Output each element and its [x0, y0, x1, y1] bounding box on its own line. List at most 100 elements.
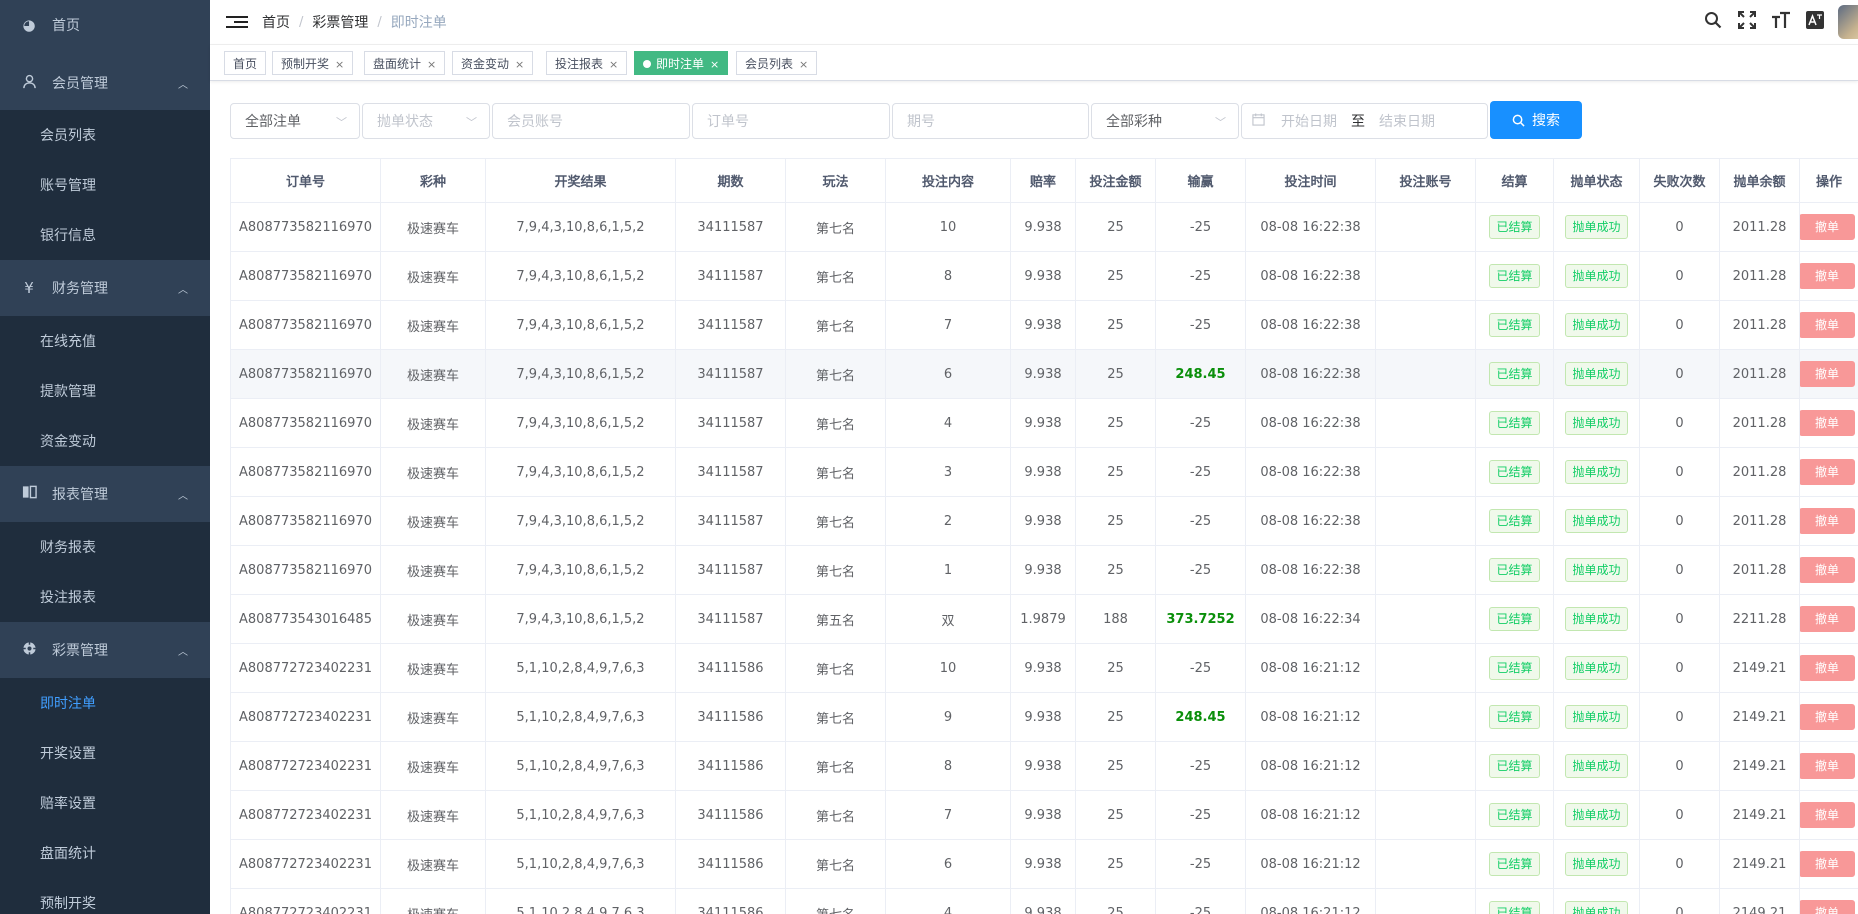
sidebar-item-online-recharge[interactable]: 在线充值 [0, 316, 210, 366]
hamburger-icon[interactable] [226, 13, 248, 31]
search-icon[interactable] [1696, 11, 1730, 34]
search-button[interactable]: 搜索 [1490, 101, 1582, 139]
sidebar-item-bank-info[interactable]: 银行信息 [0, 210, 210, 260]
avatar[interactable] [1838, 5, 1858, 39]
sidebar-item-withdraw-manage[interactable]: 提款管理 [0, 366, 210, 416]
active-dot-icon [643, 60, 651, 68]
settle-cell: 已结算 [1475, 251, 1554, 301]
win-loss-cell: -25 [1155, 643, 1246, 693]
fail-count-cell: 0 [1639, 692, 1720, 742]
cancel-bet-button[interactable]: 撤单 [1800, 410, 1855, 436]
bet-content-cell: 2 [885, 496, 1011, 546]
sidebar-group-finance[interactable]: ¥ 财务管理 ︿ [0, 260, 210, 316]
sidebar-item-odds-settings[interactable]: 赔率设置 [0, 778, 210, 828]
member-account-input[interactable]: 会员账号 [492, 103, 690, 139]
cancel-bet-button[interactable]: 撤单 [1800, 802, 1855, 828]
tag-home[interactable]: 首页 [224, 51, 267, 75]
close-icon[interactable]: × [799, 58, 808, 71]
draw-result-cell: 7,9,4,3,10,8,6,1,5,2 [485, 496, 676, 546]
column-header: 彩种 [380, 158, 486, 203]
sidebar-item-bet-report[interactable]: 投注报表 [0, 572, 210, 622]
sidebar-group-lottery[interactable]: 彩票管理 ︿ [0, 622, 210, 678]
cancel-bet-button[interactable]: 撤单 [1800, 312, 1855, 338]
fail-count-cell: 0 [1639, 888, 1720, 914]
order-number-input[interactable]: 订单号 [692, 103, 890, 139]
cancel-bet-button[interactable]: 撤单 [1800, 851, 1855, 877]
bet-account-cell [1375, 888, 1476, 914]
input-placeholder: 期号 [907, 114, 935, 130]
sidebar-group-member[interactable]: 会员管理 ︿ [0, 55, 210, 111]
close-icon[interactable]: × [515, 58, 524, 71]
lottery-type-select[interactable]: 全部彩种 ﹀ [1091, 103, 1239, 139]
cancel-bet-button[interactable]: 撤单 [1800, 214, 1855, 240]
cancel-bet-button[interactable]: 撤单 [1800, 263, 1855, 289]
order-number-cell: A808772723402231 [230, 741, 381, 791]
play-cell: 第七名 [785, 349, 886, 399]
cancel-bet-button[interactable]: 撤单 [1800, 557, 1855, 583]
column-header: 赔率 [1010, 158, 1076, 203]
tag-preset-draw[interactable]: 预制开奖 × [272, 51, 354, 75]
close-icon[interactable]: × [335, 58, 344, 71]
fail-count-cell: 0 [1639, 790, 1720, 840]
table-row: A808773582116970 极速赛车 7,9,4,3,10,8,6,1,5,2… [230, 496, 1858, 546]
cancel-bet-button[interactable]: 撤单 [1800, 704, 1855, 730]
translate-icon[interactable] [1798, 10, 1832, 34]
status-cell: 抛单成功 [1553, 545, 1640, 595]
tag-label: 资金变动 [461, 57, 510, 71]
table-row: A808772723402231极速赛车5,1,10,2,8,4,9,7,6,3… [230, 692, 1858, 742]
play-cell: 第七名 [785, 398, 886, 448]
tag-live-bets[interactable]: 即时注单 × [634, 51, 729, 75]
cancel-bet-button[interactable]: 撤单 [1800, 508, 1855, 534]
issue-number-input[interactable]: 期号 [892, 103, 1089, 139]
balance-cell: 2011.28 [1719, 447, 1800, 497]
cancel-bet-button[interactable]: 撤单 [1800, 459, 1855, 485]
sidebar-group-label: 彩票管理 [52, 643, 108, 659]
status-badge: 抛单成功 [1565, 313, 1628, 337]
close-icon[interactable]: × [710, 58, 719, 71]
bet-amount-cell: 25 [1075, 251, 1156, 301]
sidebar-item-fund-change[interactable]: 资金变动 [0, 416, 210, 466]
close-icon[interactable]: × [609, 58, 618, 71]
status-select[interactable]: 抛单状态 ﹀ [362, 103, 490, 139]
cancel-bet-button[interactable]: 撤单 [1800, 361, 1855, 387]
tag-bet-report[interactable]: 投注报表 × [546, 51, 628, 75]
fail-count-cell: 0 [1639, 251, 1720, 301]
fullscreen-icon[interactable] [1730, 10, 1764, 34]
date-range-picker[interactable]: 开始日期 至 结束日期 [1241, 103, 1488, 139]
cancel-bet-button[interactable]: 撤单 [1800, 606, 1855, 632]
sidebar-item-label: 财务报表 [40, 540, 96, 556]
tag-board-stats[interactable]: 盘面统计 × [364, 51, 446, 75]
input-placeholder: 订单号 [707, 114, 749, 130]
play-cell: 第七名 [785, 790, 886, 840]
breadcrumb-lottery[interactable]: 彩票管理 [312, 12, 368, 32]
sidebar-group-report[interactable]: 报表管理 ︿ [0, 466, 210, 522]
cancel-bet-button[interactable]: 撤单 [1800, 900, 1855, 914]
table-row: A808773582116970 极速赛车 7,9,4,3,10,8,6,1,5,2… [230, 300, 1858, 350]
sidebar-item-account-manage[interactable]: 账号管理 [0, 160, 210, 210]
breadcrumb-home[interactable]: 首页 [262, 12, 290, 32]
sidebar-item-home[interactable]: ◕ 首页 [0, 0, 210, 50]
sidebar-item-preset-draw[interactable]: 预制开奖 [0, 878, 210, 914]
sidebar-item-live-bets[interactable]: 即时注单 [0, 678, 210, 728]
sidebar-item-draw-settings[interactable]: 开奖设置 [0, 728, 210, 778]
sidebar-item-finance-report[interactable]: 财务报表 [0, 522, 210, 572]
tag-member-list[interactable]: 会员列表 × [736, 51, 818, 75]
cancel-bet-button[interactable]: 撤单 [1800, 655, 1855, 681]
bet-amount-cell: 25 [1075, 300, 1156, 350]
cancel-bet-button[interactable]: 撤单 [1800, 753, 1855, 779]
start-date-placeholder[interactable]: 开始日期 [1281, 111, 1337, 131]
order-type-select[interactable]: 全部注单 ﹀ [230, 103, 360, 139]
bet-amount-cell: 25 [1075, 447, 1156, 497]
settle-cell: 已结算 [1475, 496, 1554, 546]
sidebar-item-member-list[interactable]: 会员列表 [0, 110, 210, 160]
close-icon[interactable]: × [427, 58, 436, 71]
end-date-placeholder[interactable]: 结束日期 [1379, 111, 1435, 131]
balance-cell: 2149.21 [1719, 692, 1800, 742]
lottery-cell: 极速赛车 [380, 300, 486, 350]
settle-cell: 已结算 [1475, 741, 1554, 791]
lottery-cell: 极速赛车 [380, 741, 486, 791]
issue-cell: 34111587 [675, 398, 786, 448]
tag-fund-change[interactable]: 资金变动 × [452, 51, 534, 75]
font-size-icon[interactable] [1764, 11, 1798, 34]
sidebar-item-board-stats[interactable]: 盘面统计 [0, 828, 210, 878]
